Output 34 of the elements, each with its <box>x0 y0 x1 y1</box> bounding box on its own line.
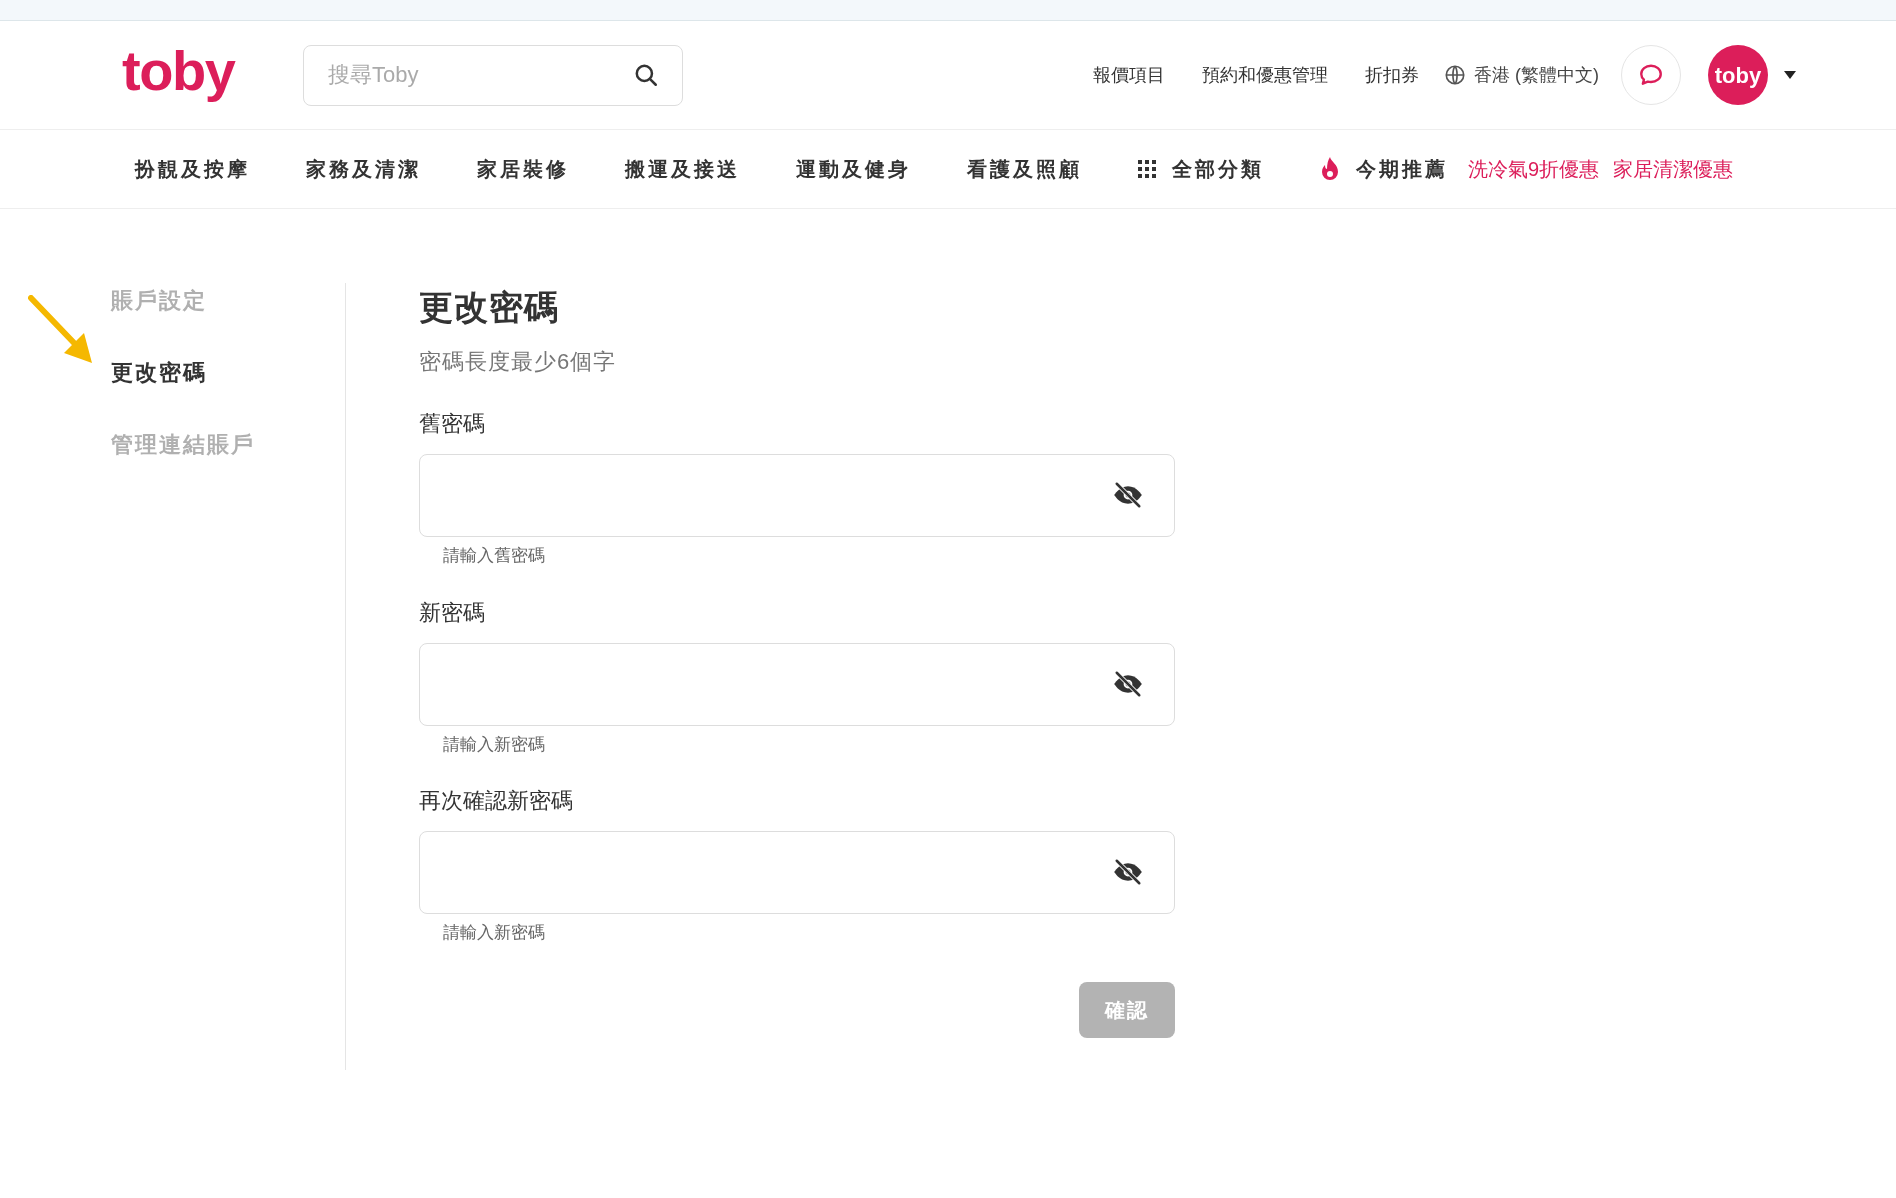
category-link[interactable]: 運動及健身 <box>796 154 911 184</box>
chat-icon <box>1638 62 1664 88</box>
category-link[interactable]: 看護及照顧 <box>967 154 1082 184</box>
flame-icon <box>1320 157 1340 181</box>
field-label: 再次確認新密碼 <box>419 787 574 815</box>
promo-link[interactable]: 家居清潔優惠 <box>1613 154 1734 184</box>
password-field[interactable] <box>419 454 1175 537</box>
category-link[interactable]: 搬運及接送 <box>625 154 740 184</box>
nav-link[interactable]: 預約和優惠管理 <box>1202 61 1328 89</box>
pointer-arrow <box>28 295 94 365</box>
password-field[interactable] <box>419 642 1175 726</box>
globe-icon <box>1444 64 1466 86</box>
field-hint: 請輸入新密碼 <box>442 922 546 944</box>
field-label: 舊密碼 <box>419 410 486 438</box>
password-field[interactable] <box>419 831 1175 914</box>
search-field[interactable]: 搜尋Toby <box>303 44 683 106</box>
promo-link[interactable]: 洗冷氣9折優惠 <box>1468 154 1600 184</box>
category-link[interactable]: 全部分類 <box>1172 154 1264 184</box>
field-hint: 請輸入舊密碼 <box>442 545 546 567</box>
nav-link[interactable]: 折扣券 <box>1365 61 1419 89</box>
caret-icon[interactable] <box>1784 71 1796 79</box>
field-label: 新密碼 <box>419 598 486 627</box>
avatar[interactable]: toby <box>1708 45 1768 105</box>
page-title: 更改密碼 <box>419 287 560 328</box>
grid-icon <box>1138 160 1156 178</box>
category-link[interactable]: 今期推薦 <box>1356 154 1448 184</box>
category-link[interactable]: 扮靚及按摩 <box>135 154 250 184</box>
page-subtitle: 密碼長度最少6個字 <box>419 348 618 376</box>
language-selector[interactable]: 香港 (繁體中文) <box>1474 61 1599 89</box>
sidebar-item[interactable]: 更改密碼 <box>111 359 345 387</box>
category-link[interactable]: 家務及清潔 <box>306 154 421 184</box>
nav-link[interactable]: 報價項目 <box>1093 61 1165 89</box>
field-hint: 請輸入新密碼 <box>442 733 546 756</box>
category-link[interactable]: 家居裝修 <box>477 154 569 184</box>
